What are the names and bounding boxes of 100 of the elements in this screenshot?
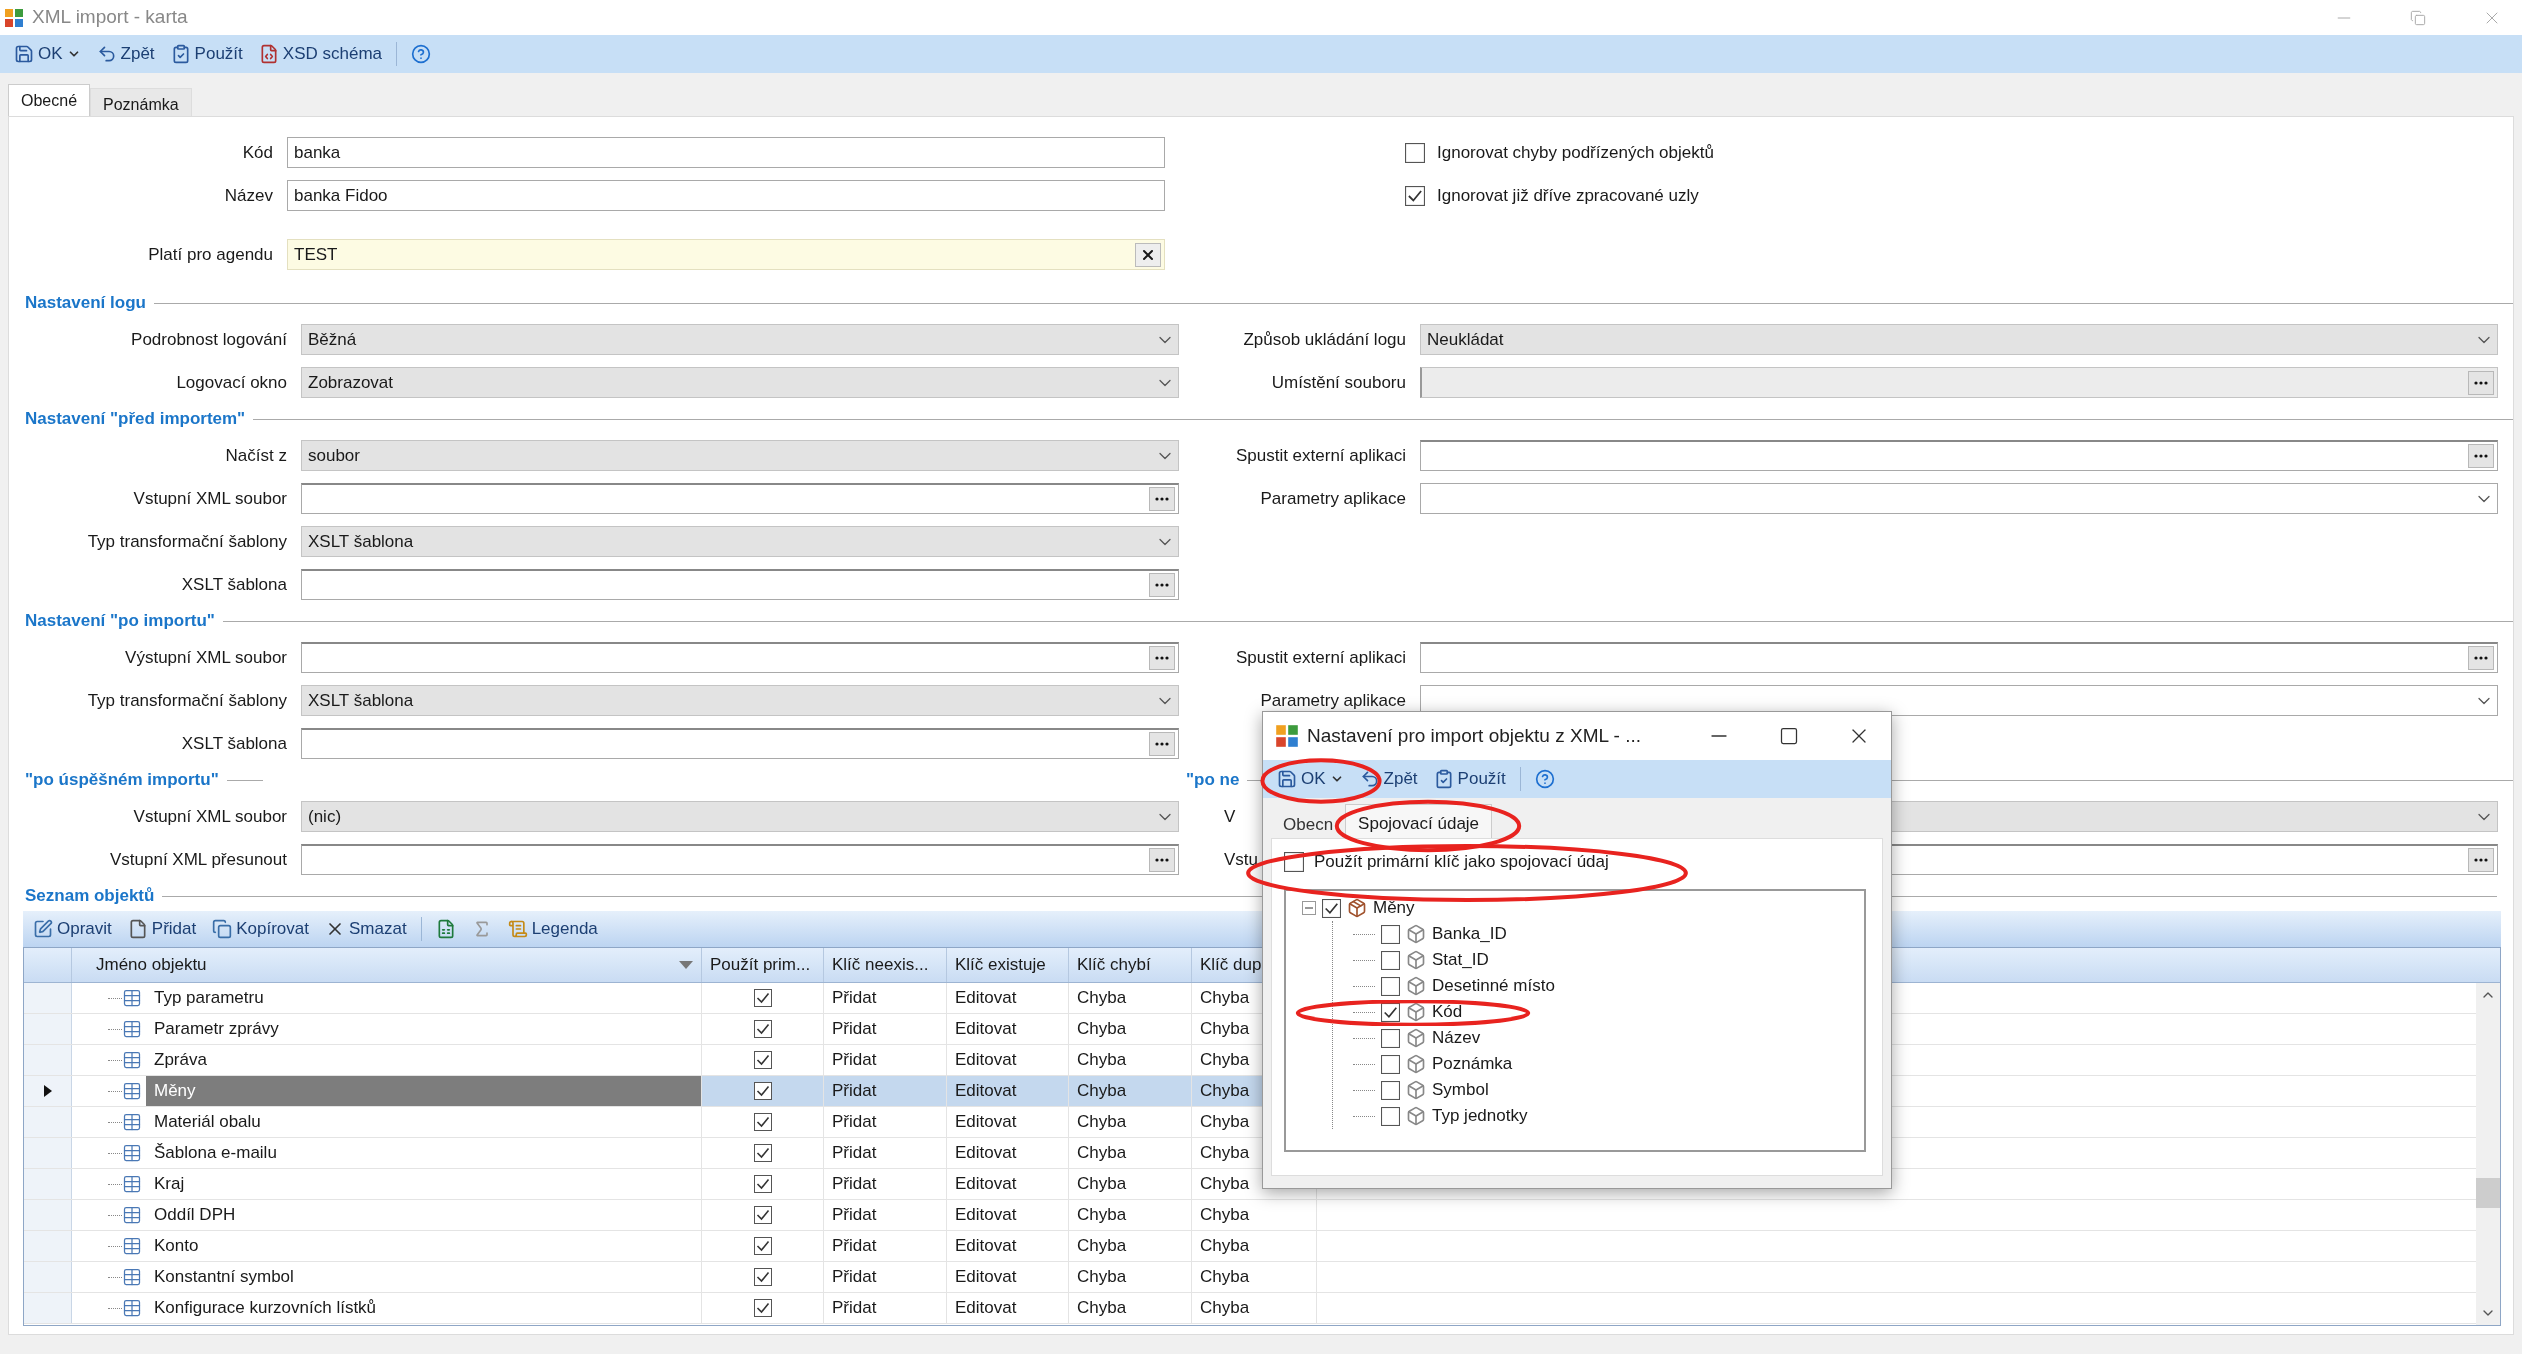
toolbar-button[interactable]: Použít xyxy=(164,39,249,69)
scroll-thumb[interactable] xyxy=(2476,1178,2500,1208)
checkbox[interactable] xyxy=(1381,1054,1400,1074)
checkbox[interactable] xyxy=(1381,1002,1400,1022)
file-field[interactable] xyxy=(1420,642,2498,673)
dropdown[interactable]: XSLT šablona xyxy=(301,685,1179,716)
tree-item[interactable]: Název xyxy=(1432,1025,1481,1051)
file-field[interactable] xyxy=(301,728,1179,759)
toolbar-button[interactable]: Kopírovat xyxy=(206,914,315,944)
browse-button[interactable] xyxy=(1149,646,1175,670)
column-header[interactable]: Klíč neexis... xyxy=(824,948,947,982)
collapse-icon[interactable] xyxy=(1302,901,1316,915)
checkbox[interactable] xyxy=(753,1175,772,1193)
tab[interactable]: Obecn xyxy=(1271,808,1346,838)
checkbox[interactable] xyxy=(1405,185,1425,206)
object-name-cell[interactable]: Šablona e-mailu xyxy=(146,1138,701,1168)
maximize-icon[interactable] xyxy=(1779,726,1799,746)
tree-item[interactable]: Poznámka xyxy=(1432,1051,1513,1077)
toolbar-button[interactable]: OK xyxy=(8,39,87,69)
file-field[interactable] xyxy=(1420,367,2498,398)
toolbar-button[interactable]: Zpět xyxy=(1353,764,1424,794)
checkbox[interactable] xyxy=(1405,142,1425,163)
browse-button[interactable] xyxy=(2468,646,2494,670)
tab[interactable]: Poznámka xyxy=(90,88,192,116)
object-name-cell[interactable]: Materiál obalu xyxy=(146,1107,701,1137)
dropdown[interactable] xyxy=(1420,483,2498,514)
dropdown[interactable]: (nic) xyxy=(301,801,1179,832)
file-field[interactable] xyxy=(301,483,1179,514)
text-field[interactable]: banka xyxy=(287,137,1165,168)
checkbox[interactable] xyxy=(1381,924,1400,944)
tree-item[interactable]: Kód xyxy=(1432,999,1463,1025)
checkbox[interactable] xyxy=(753,1299,772,1317)
checkbox[interactable] xyxy=(753,1051,772,1069)
checkbox[interactable] xyxy=(1381,1080,1400,1100)
ellipsis-icon xyxy=(1155,656,1169,660)
clear-button[interactable] xyxy=(1135,242,1161,267)
file-field[interactable] xyxy=(1420,440,2498,471)
toolbar-button[interactable]: Zpět xyxy=(90,39,161,69)
browse-button[interactable] xyxy=(1149,573,1175,597)
checkbox[interactable] xyxy=(1381,1106,1400,1126)
checkbox[interactable] xyxy=(753,1113,772,1131)
tree-item[interactable]: Typ jednotky xyxy=(1432,1103,1528,1129)
tree-item[interactable]: Symbol xyxy=(1432,1077,1489,1103)
tree-item[interactable]: Stat_ID xyxy=(1432,947,1489,973)
browse-button[interactable] xyxy=(2468,370,2494,395)
toolbar-button[interactable]: Opravit xyxy=(27,914,118,944)
object-name-cell[interactable]: Konfigurace kurzovních lístků xyxy=(146,1293,701,1323)
row-header[interactable] xyxy=(24,1076,72,1106)
object-name-cell[interactable]: Konstantní symbol xyxy=(146,1262,701,1292)
dropdown[interactable]: Běžná xyxy=(301,324,1179,355)
browse-button[interactable] xyxy=(1149,848,1175,872)
object-name-cell[interactable]: Konto xyxy=(146,1231,701,1261)
checkbox[interactable] xyxy=(1381,950,1400,970)
checkbox[interactable] xyxy=(753,1082,772,1100)
dropdown[interactable]: Neukládat xyxy=(1420,324,2498,355)
checkbox[interactable] xyxy=(1381,1028,1400,1048)
toolbar-button[interactable]: Přidat xyxy=(121,914,203,944)
toolbar-button[interactable]: Použít xyxy=(1427,764,1512,794)
file-field[interactable] xyxy=(301,569,1179,600)
object-name-cell[interactable]: Měny xyxy=(146,1076,701,1106)
tree-item[interactable]: Měny xyxy=(1373,895,1415,921)
browse-button[interactable] xyxy=(2468,444,2494,468)
checkbox[interactable] xyxy=(753,1020,772,1038)
checkbox[interactable] xyxy=(753,1268,772,1286)
dropdown[interactable] xyxy=(1420,685,2498,716)
column-header[interactable]: Jméno objektu xyxy=(72,948,702,982)
checkbox[interactable] xyxy=(753,1237,772,1255)
file-field[interactable] xyxy=(301,844,1179,875)
object-name-cell[interactable]: Parametr zprávy xyxy=(146,1014,701,1044)
browse-button[interactable] xyxy=(2468,848,2494,872)
tree-item[interactable]: Desetinné místo xyxy=(1432,973,1555,999)
column-header[interactable]: Klíč existuje xyxy=(947,948,1069,982)
toolbar-button[interactable]: Legenda xyxy=(501,914,604,944)
lookup-field[interactable]: TEST xyxy=(287,239,1165,270)
object-name-cell[interactable]: Zpráva xyxy=(146,1045,701,1075)
dropdown[interactable]: XSLT šablona xyxy=(301,526,1179,557)
tab[interactable]: Spojovací údaje xyxy=(1345,804,1493,838)
checkbox-label: Ignorovat chyby podřízených objektů xyxy=(1437,141,1714,164)
tab[interactable]: Obecné xyxy=(8,84,91,116)
file-field[interactable] xyxy=(301,642,1179,673)
scrollbar[interactable] xyxy=(2476,983,2500,1325)
column-header[interactable]: Klíč chybí xyxy=(1069,948,1192,982)
object-name-cell[interactable]: Kraj xyxy=(146,1169,701,1199)
text-field[interactable]: banka Fidoo xyxy=(287,180,1165,211)
dropdown[interactable]: Zobrazovat xyxy=(301,367,1179,398)
object-name-cell[interactable]: Oddíl DPH xyxy=(146,1200,701,1230)
checkbox[interactable] xyxy=(1322,898,1341,918)
dropdown[interactable]: soubor xyxy=(301,440,1179,471)
toolbar-button[interactable]: Smazat xyxy=(319,914,413,944)
checkbox[interactable] xyxy=(753,989,772,1007)
restore-icon[interactable] xyxy=(2410,9,2426,26)
browse-button[interactable] xyxy=(1149,487,1175,511)
toolbar-button[interactable]: XSD schéma xyxy=(252,39,388,69)
object-name-cell[interactable]: Typ parametru xyxy=(146,983,701,1013)
column-header[interactable]: Použít prim... xyxy=(702,948,824,982)
browse-button[interactable] xyxy=(1149,732,1175,756)
tree-item[interactable]: Banka_ID xyxy=(1432,921,1507,947)
checkbox[interactable] xyxy=(753,1206,772,1224)
checkbox[interactable] xyxy=(1381,976,1400,996)
checkbox[interactable] xyxy=(753,1144,772,1162)
